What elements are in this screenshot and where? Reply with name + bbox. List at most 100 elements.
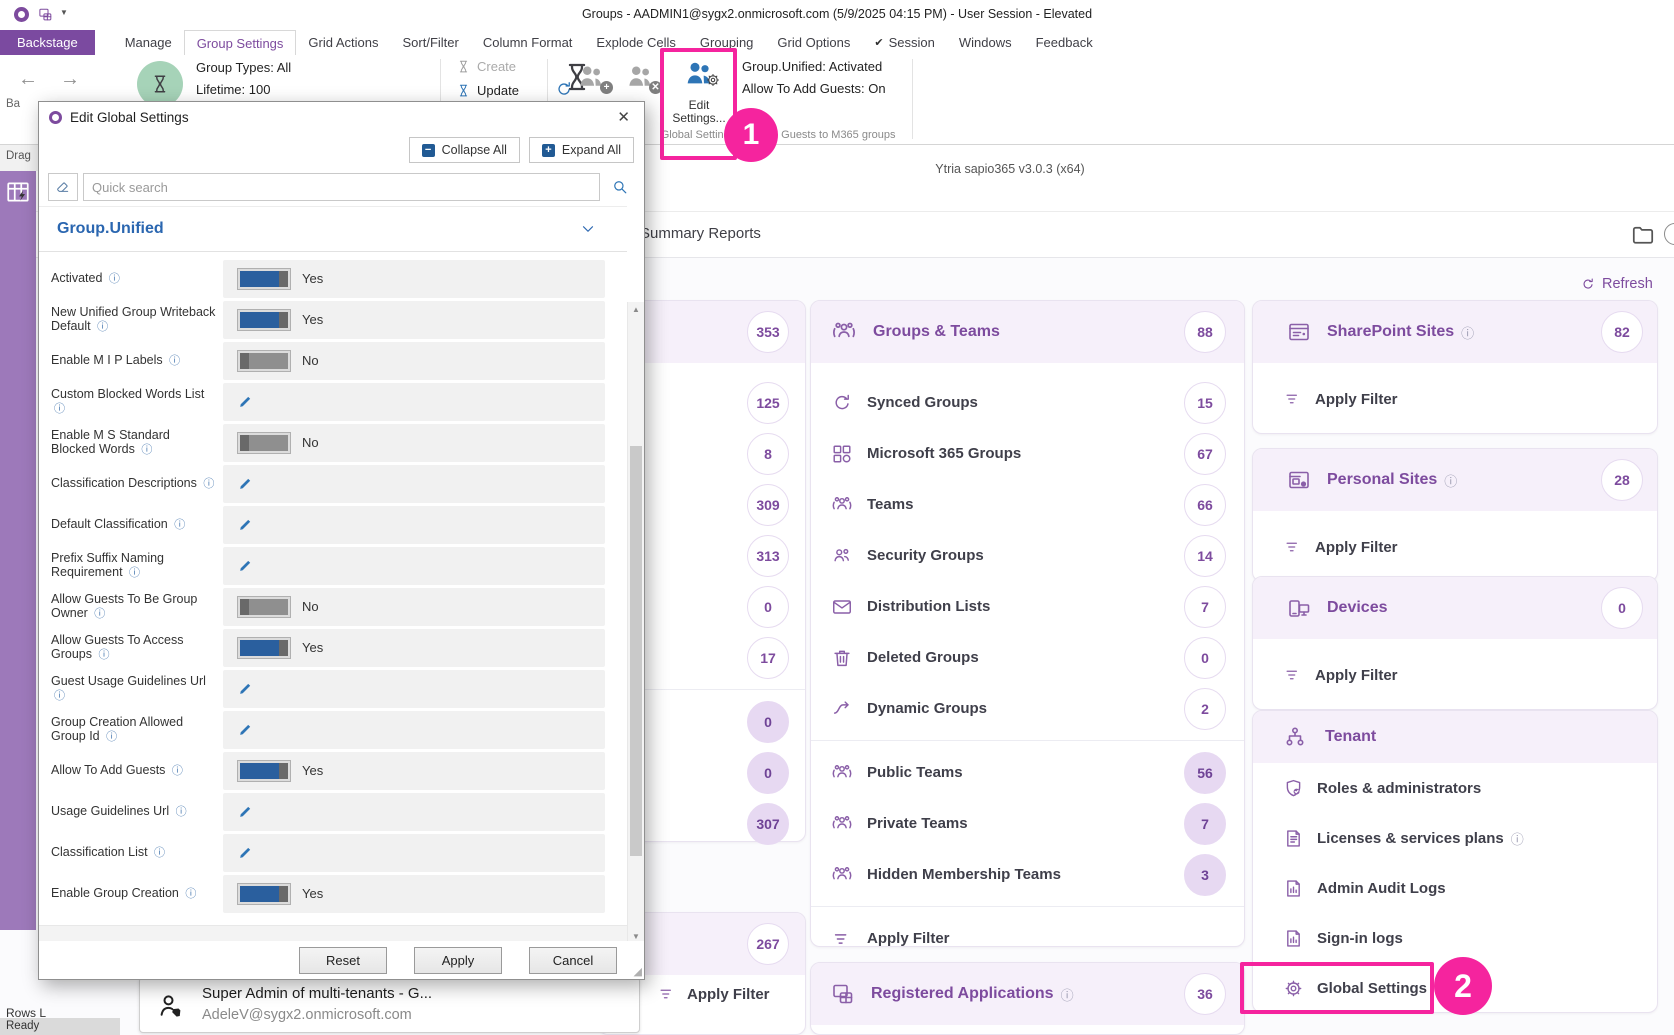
open-folder-icon[interactable] xyxy=(1630,222,1656,248)
resize-grip[interactable]: ◢ xyxy=(634,965,642,978)
edit-pencil-icon[interactable] xyxy=(237,844,254,861)
partial-circle-icon[interactable] xyxy=(1664,223,1674,245)
setting-control[interactable]: No xyxy=(223,424,605,462)
setting-control[interactable] xyxy=(223,383,605,421)
personal-card[interactable]: Personal Sitesⓘ28Apply Filter xyxy=(1252,448,1658,582)
registered-applications-card[interactable]: Registered Applications ⓘ 36 xyxy=(810,962,1245,1035)
edit-pencil-icon[interactable] xyxy=(237,721,254,738)
toggle-off[interactable] xyxy=(237,350,291,372)
tenant-item-admin-audit-logs[interactable]: Admin Audit Logs xyxy=(1253,863,1657,913)
tab-feedback[interactable]: Feedback xyxy=(1024,30,1105,55)
list-item-private-teams[interactable]: Private Teams7 xyxy=(811,798,1244,849)
apply-button[interactable]: Apply xyxy=(414,947,502,974)
edit-pencil-icon[interactable] xyxy=(237,516,254,533)
tenant-item-licenses-services-plans[interactable]: Licenses & services plansⓘ xyxy=(1253,813,1657,863)
count-badge: 17 xyxy=(747,637,789,679)
grid-lightning-icon[interactable] xyxy=(5,179,31,205)
tab-column-format[interactable]: Column Format xyxy=(471,30,585,55)
tab-sort-filter[interactable]: Sort/Filter xyxy=(391,30,471,55)
mail-icon xyxy=(831,596,853,618)
scroll-down-icon[interactable]: ▼ xyxy=(628,932,644,941)
edit-pencil-icon[interactable] xyxy=(237,803,254,820)
tenant-item-roles-administrators[interactable]: Roles & administrators xyxy=(1253,763,1657,813)
refresh-button[interactable]: Refresh xyxy=(1580,276,1653,292)
tab-grid-actions[interactable]: Grid Actions xyxy=(296,30,390,55)
toggle-on[interactable] xyxy=(237,883,291,905)
sharepoint-card[interactable]: SharePoint Sitesⓘ82Apply Filter xyxy=(1252,300,1658,434)
info-icon: ⓘ xyxy=(98,649,109,661)
update-button[interactable]: Update xyxy=(456,83,519,98)
statusbar-ready: Ready xyxy=(0,1018,120,1035)
list-item-synced-groups[interactable]: Synced Groups15 xyxy=(811,377,1244,428)
chevron-down-icon[interactable] xyxy=(579,220,597,238)
search-icon[interactable] xyxy=(605,173,635,201)
list-item-hidden-membership-teams[interactable]: Hidden Membership Teams3 xyxy=(811,849,1244,900)
cancel-button[interactable]: Cancel xyxy=(529,947,617,974)
setting-control[interactable] xyxy=(223,670,605,708)
setting-control[interactable] xyxy=(223,711,605,749)
setting-control[interactable] xyxy=(223,793,605,831)
toggle-on[interactable] xyxy=(237,268,291,290)
toggle-on[interactable] xyxy=(237,637,291,659)
search-input[interactable] xyxy=(83,173,600,201)
apply-filter-button[interactable]: Apply Filter xyxy=(1253,511,1657,583)
apply-filter-button[interactable]: Apply Filter xyxy=(1253,639,1657,711)
reset-button[interactable]: Reset xyxy=(299,947,387,974)
collapsed-panel-strip[interactable] xyxy=(0,171,36,930)
edit-pencil-icon[interactable] xyxy=(237,680,254,697)
setting-control[interactable] xyxy=(223,547,605,585)
vertical-scrollbar[interactable]: ▲ ▼ xyxy=(627,302,644,944)
add-members-icon[interactable]: + xyxy=(576,62,610,92)
setting-control[interactable]: No xyxy=(223,588,605,626)
list-item-security-groups[interactable]: Security Groups14 xyxy=(811,530,1244,581)
setting-control[interactable] xyxy=(223,834,605,872)
setting-control[interactable] xyxy=(223,506,605,544)
apply-filter-button[interactable]: Apply Filter xyxy=(811,913,1244,964)
edit-pencil-icon[interactable] xyxy=(237,475,254,492)
tenant-item-sign-in-logs[interactable]: Sign-in logs xyxy=(1253,913,1657,963)
setting-control[interactable]: Yes xyxy=(223,752,605,790)
back-arrow-icon[interactable]: ← xyxy=(18,68,38,91)
toggle-value: Yes xyxy=(302,271,323,286)
setting-control[interactable]: Yes xyxy=(223,875,605,913)
clear-search-button[interactable] xyxy=(48,173,78,201)
plus-badge-icon: + xyxy=(600,81,613,94)
edit-pencil-icon[interactable] xyxy=(237,393,254,410)
dialog-titlebar[interactable]: Edit Global Settings ✕ xyxy=(39,102,644,132)
tab-backstage[interactable]: Backstage xyxy=(0,30,95,55)
apply-filter-button[interactable]: Apply Filter xyxy=(1253,363,1657,435)
toggle-on[interactable] xyxy=(237,760,291,782)
tab-group-settings[interactable]: Group Settings xyxy=(184,30,297,55)
forward-arrow-icon[interactable]: → xyxy=(60,68,80,91)
collapse-all-button[interactable]: − Collapse All xyxy=(409,137,520,163)
toggle-off[interactable] xyxy=(237,596,291,618)
close-icon[interactable]: ✕ xyxy=(613,108,634,126)
section-header-group-unified[interactable]: Group.Unified xyxy=(39,206,627,252)
list-item-dynamic-groups[interactable]: Dynamic Groups2 xyxy=(811,683,1244,734)
list-item-public-teams[interactable]: Public Teams56 xyxy=(811,747,1244,798)
scrollbar-thumb[interactable] xyxy=(630,446,642,856)
setting-control[interactable]: No xyxy=(223,342,605,380)
setting-control[interactable] xyxy=(223,465,605,503)
list-item-deleted-groups[interactable]: Deleted Groups0 xyxy=(811,632,1244,683)
setting-control[interactable]: Yes xyxy=(223,260,605,298)
tab-session[interactable]: ✔Session xyxy=(862,30,946,55)
tab-manage[interactable]: Manage xyxy=(113,30,184,55)
expand-all-button[interactable]: + Expand All xyxy=(529,137,634,163)
toggle-off[interactable] xyxy=(237,432,291,454)
setting-control[interactable]: Yes xyxy=(223,629,605,667)
list-item-microsoft-365-groups[interactable]: Microsoft 365 Groups67 xyxy=(811,428,1244,479)
session-user-card[interactable]: Super Admin of multi-tenants - G... Adel… xyxy=(139,977,640,1033)
tab-grid-options[interactable]: Grid Options xyxy=(765,30,862,55)
devices-card[interactable]: Devices0Apply Filter xyxy=(1252,576,1658,710)
remove-members-icon[interactable]: ✕ xyxy=(625,62,659,92)
setting-control[interactable]: Yes xyxy=(223,301,605,339)
list-item-teams[interactable]: Teams66 xyxy=(811,479,1244,530)
edit-pencil-icon[interactable] xyxy=(237,557,254,574)
toggle-on[interactable] xyxy=(237,309,291,331)
create-button[interactable]: Create xyxy=(456,59,516,74)
list-item-distribution-lists[interactable]: Distribution Lists7 xyxy=(811,581,1244,632)
horizontal-scrollbar[interactable] xyxy=(39,925,627,941)
tab-windows[interactable]: Windows xyxy=(947,30,1024,55)
scroll-up-icon[interactable]: ▲ xyxy=(628,305,644,314)
